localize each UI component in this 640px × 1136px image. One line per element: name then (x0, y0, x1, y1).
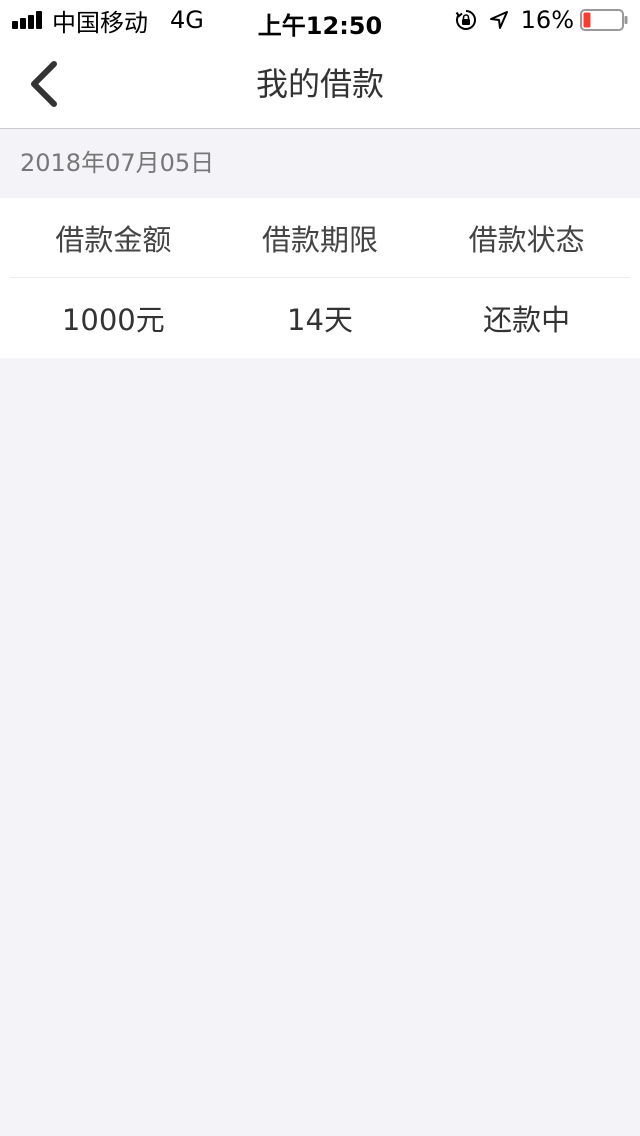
loan-header-row: 借款金额 借款期限 借款状态 (10, 198, 630, 278)
status-right: 16% (455, 6, 628, 34)
header-amount: 借款金额 (55, 222, 172, 257)
value-term: 14天 (287, 302, 353, 337)
loan-value-row: 1000元 14天 还款中 (10, 278, 630, 357)
location-icon (489, 11, 508, 29)
value-amount: 1000元 (61, 302, 165, 337)
navigation-bar: 我的借款 (0, 40, 640, 129)
header-term: 借款期限 (262, 222, 379, 257)
battery-icon (580, 9, 628, 31)
header-status: 借款状态 (468, 222, 585, 257)
loan-card[interactable]: 借款金额 借款期限 借款状态 1000元 14天 还款中 (0, 198, 640, 358)
battery-percent: 16% (520, 6, 574, 34)
orientation-lock-icon (455, 10, 476, 30)
value-status: 还款中 (483, 302, 571, 337)
page-title: 我的借款 (255, 65, 384, 103)
status-bar: 中国移动 4G 上午12:50 16% (0, 0, 640, 40)
loan-date: 2018年07月05日 (20, 149, 215, 177)
